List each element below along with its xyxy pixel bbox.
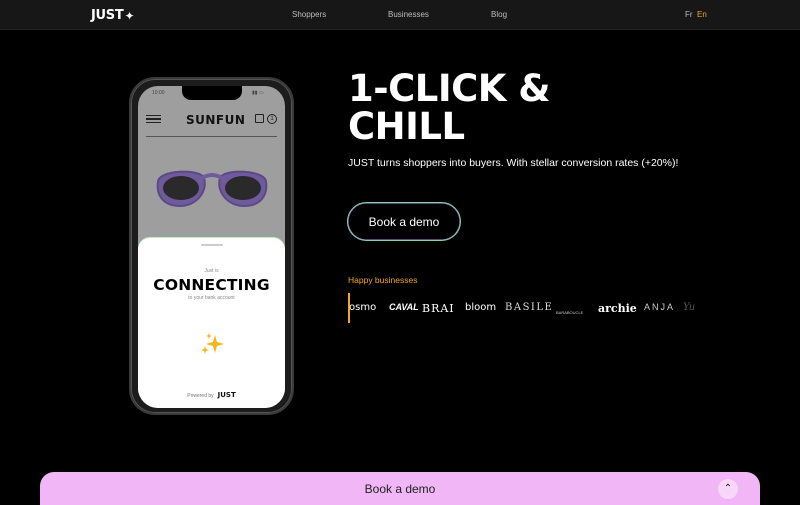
hero-title-line1: 1-CLICK & [348,67,551,110]
powered-brand: JUST [217,391,236,399]
bottom-demo-label: Book a demo [364,482,436,496]
lang-en[interactable]: En [697,10,707,19]
nav-blog[interactable]: Blog [491,10,507,19]
brand-logo-bloom: bloom [465,302,497,313]
brand-logo-anja: ANJA [644,302,676,312]
status-time: 10:00 [152,90,165,96]
brand-logo-yu: Yu [683,302,696,313]
connecting-sheet: Just is CONNECTING to your bank account … [138,238,285,408]
phone-notch [182,86,242,100]
just-logo[interactable]: JUST ✦ [91,8,134,23]
shop-header: SUNFUN 1 [138,104,285,134]
connecting-title: CONNECTING [153,276,270,294]
phone-screen: 10:00 ▮▮ ▭ SUNFUN 1 Just is CONNECTING t… [138,86,285,408]
chevron-up-icon[interactable]: ⌃ [718,479,738,499]
book-demo-button[interactable]: Book a demo [347,202,461,241]
hero-subtitle: JUST turns shoppers into buyers. With st… [348,157,679,169]
nav-shoppers[interactable]: Shoppers [292,10,326,19]
menu-icon [146,115,161,123]
happy-businesses-label: Happy businesses [348,275,418,285]
brand-logo-baraboucle: BARABOUCLE [556,310,584,315]
logo-text: JUST [91,8,124,23]
sparkle-icon: ✦ [124,8,135,23]
shop-name: SUNFUN [186,113,246,127]
top-navbar: JUST ✦ Shoppers Businesses Blog Fr En [0,0,800,30]
brand-logo-basile: BASILE [505,302,554,313]
cart-count: 1 [267,114,277,124]
brand-logo-caval: CAVAL [389,302,419,312]
hero-title-line2: CHILL [348,105,465,148]
sheet-handle[interactable] [201,244,223,246]
nav-businesses[interactable]: Businesses [388,10,429,19]
lang-fr[interactable]: Fr [685,10,693,19]
just-is-text: Just is [204,268,219,274]
divider [146,136,277,137]
brand-logo-brai: BRAI [422,302,455,315]
bag-icon [255,114,264,123]
hero-title: 1-CLICK & CHILL [348,67,551,148]
signal-icon: ▮▮ ▭ [252,90,264,96]
bottom-demo-bar[interactable]: Book a demo ⌃ [40,472,760,505]
phone-mockup: 10:00 ▮▮ ▭ SUNFUN 1 Just is CONNECTING t… [129,77,294,415]
sunglasses-image [156,170,268,208]
brand-logo-archie: archie [598,302,637,315]
brand-logo-osmo: osmo [349,302,377,313]
powered-by: Powered by JUST [138,391,285,399]
powered-by-text: Powered by [187,393,214,399]
sparkles-icon [201,333,224,354]
bank-text: to your bank account [188,295,235,301]
